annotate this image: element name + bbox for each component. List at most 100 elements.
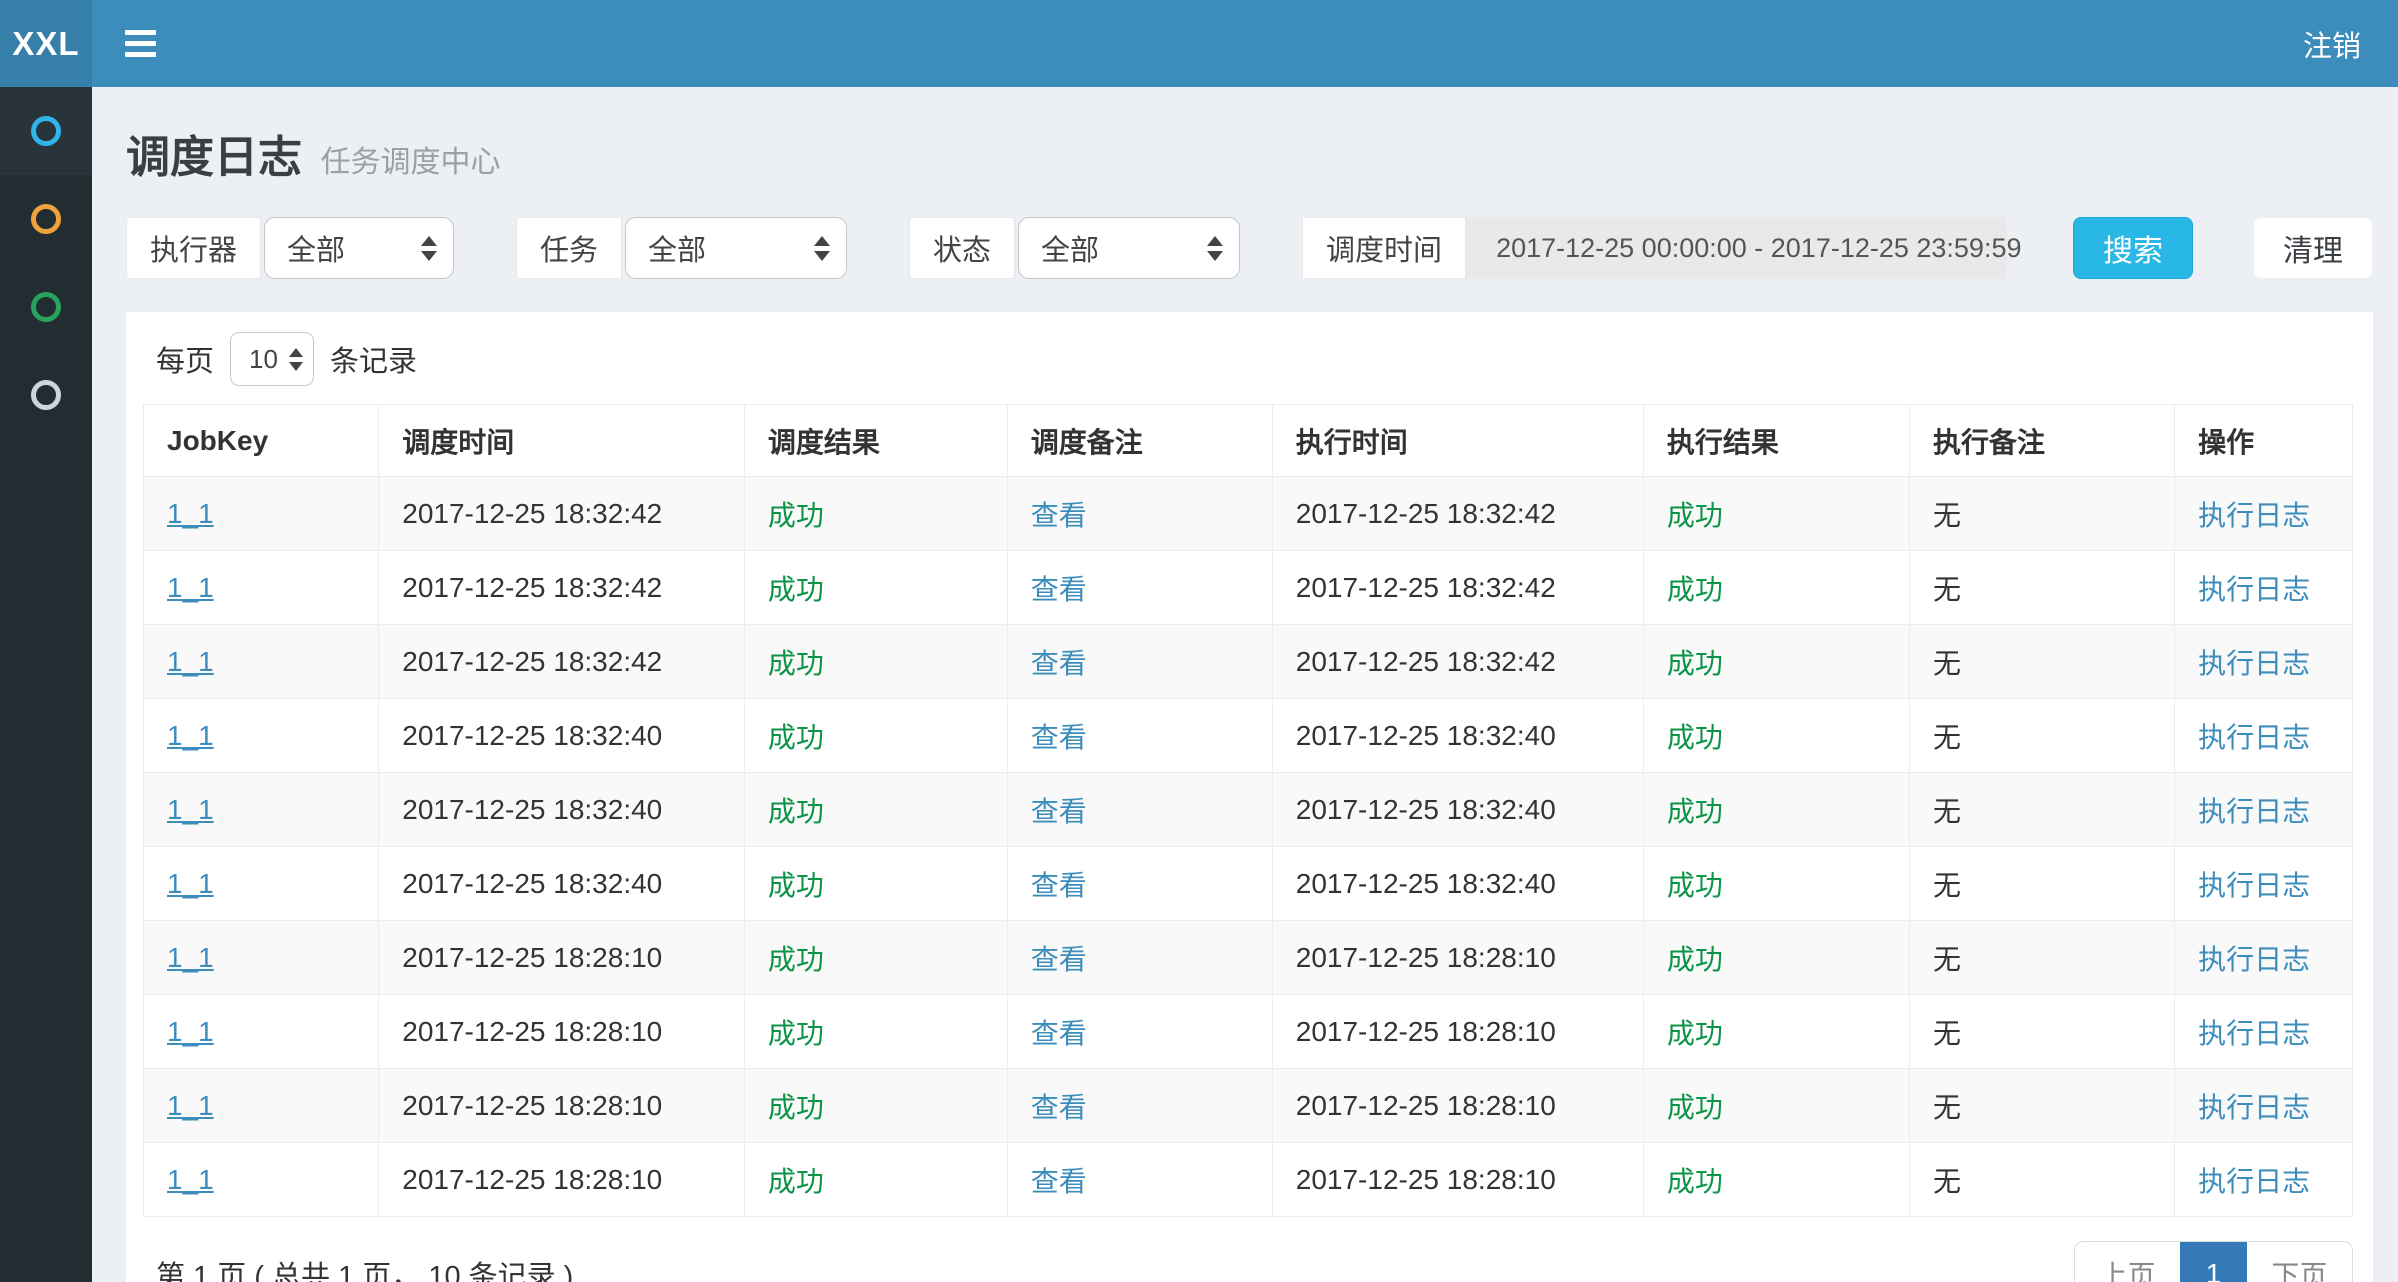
log-table: JobKey 调度时间 调度结果 调度备注 执行时间 执行结果 执行备注 操作 …: [143, 404, 2353, 1217]
exec-log-link[interactable]: 执行日志: [2198, 722, 2310, 753]
exec-result-text: 成功: [1667, 574, 1723, 605]
exec-result-text: 成功: [1667, 1018, 1723, 1049]
sched-result-text: 成功: [768, 574, 824, 605]
pagesize-value: 10: [249, 344, 278, 375]
clear-button[interactable]: 清理: [2253, 217, 2373, 279]
exec-result-text: 成功: [1667, 796, 1723, 827]
circle-o-icon: [31, 380, 61, 410]
sched-result-text: 成功: [768, 796, 824, 827]
app-logo[interactable]: XXL: [0, 0, 92, 87]
sched-remark-link[interactable]: 查看: [1031, 944, 1087, 975]
filter-row: 执行器 全部 任务 全部 状态 全部 调度时间 2017-12-25 00:00…: [126, 217, 2373, 279]
sched-remark-link[interactable]: 查看: [1031, 1092, 1087, 1123]
content-area: 调度日志 任务调度中心 执行器 全部 任务 全部 状态 全部 调度时: [92, 87, 2398, 1282]
select-caret-icon: [421, 236, 437, 261]
sched-remark-link[interactable]: 查看: [1031, 722, 1087, 753]
sched-result-text: 成功: [768, 648, 824, 679]
sidebar-item-dashboard[interactable]: [0, 87, 92, 175]
header-exec-time: 执行时间: [1272, 405, 1643, 477]
select-caret-icon: [289, 348, 303, 371]
executor-filter-label: 执行器: [126, 217, 261, 279]
search-button[interactable]: 搜索: [2073, 217, 2193, 279]
sched-remark-link[interactable]: 查看: [1031, 574, 1087, 605]
exec-remark-cell: 无: [1910, 477, 2175, 551]
sched-remark-link[interactable]: 查看: [1031, 1166, 1087, 1197]
exec-time-cell: 2017-12-25 18:28:10: [1272, 1069, 1643, 1143]
header-exec-result: 执行结果: [1643, 405, 1909, 477]
jobkey-link[interactable]: 1_1: [167, 1164, 214, 1195]
exec-remark-cell: 无: [1910, 1143, 2175, 1217]
sched-remark-link[interactable]: 查看: [1031, 1018, 1087, 1049]
exec-time-cell: 2017-12-25 18:32:42: [1272, 551, 1643, 625]
exec-log-link[interactable]: 执行日志: [2198, 796, 2310, 827]
exec-log-link[interactable]: 执行日志: [2198, 1092, 2310, 1123]
exec-time-cell: 2017-12-25 18:28:10: [1272, 921, 1643, 995]
sidebar-item-job-manage[interactable]: [0, 175, 92, 263]
sched-time-cell: 2017-12-25 18:32:42: [379, 625, 745, 699]
time-range-input[interactable]: 2017-12-25 00:00:00 - 2017-12-25 23:59:5…: [1466, 217, 2007, 279]
exec-time-cell: 2017-12-25 18:28:10: [1272, 995, 1643, 1069]
sched-time-cell: 2017-12-25 18:32:40: [379, 699, 745, 773]
sidebar-item-help[interactable]: [0, 351, 92, 439]
exec-remark-cell: 无: [1910, 773, 2175, 847]
exec-time-cell: 2017-12-25 18:32:40: [1272, 773, 1643, 847]
logout-link[interactable]: 注销: [2266, 0, 2398, 87]
top-navbar: XXL 注销: [0, 0, 2398, 87]
exec-time-cell: 2017-12-25 18:32:40: [1272, 847, 1643, 921]
exec-log-link[interactable]: 执行日志: [2198, 648, 2310, 679]
sched-time-cell: 2017-12-25 18:28:10: [379, 1069, 745, 1143]
status-select[interactable]: 全部: [1018, 217, 1240, 279]
sched-time-cell: 2017-12-25 18:32:42: [379, 477, 745, 551]
pagesize-row: 每页 10 条记录: [143, 326, 2353, 392]
jobkey-link[interactable]: 1_1: [167, 868, 214, 899]
exec-result-text: 成功: [1667, 870, 1723, 901]
sched-remark-link[interactable]: 查看: [1031, 648, 1087, 679]
job-select[interactable]: 全部: [625, 217, 847, 279]
current-page-button[interactable]: 1: [2180, 1242, 2247, 1282]
exec-log-link[interactable]: 执行日志: [2198, 1166, 2310, 1197]
exec-log-link[interactable]: 执行日志: [2198, 574, 2310, 605]
pagesize-select[interactable]: 10: [230, 332, 314, 386]
jobkey-link[interactable]: 1_1: [167, 572, 214, 603]
sched-remark-link[interactable]: 查看: [1031, 500, 1087, 531]
jobkey-link[interactable]: 1_1: [167, 1090, 214, 1121]
exec-log-link[interactable]: 执行日志: [2198, 500, 2310, 531]
exec-log-link[interactable]: 执行日志: [2198, 1018, 2310, 1049]
sched-remark-link[interactable]: 查看: [1031, 870, 1087, 901]
exec-remark-cell: 无: [1910, 921, 2175, 995]
jobkey-link[interactable]: 1_1: [167, 794, 214, 825]
circle-o-icon: [31, 116, 61, 146]
sidebar-toggle-button[interactable]: [92, 0, 188, 87]
log-table-box: 每页 10 条记录 JobKey 调度时间 调度结果 调度备注 执行时间 执行结…: [126, 311, 2373, 1282]
exec-result-text: 成功: [1667, 722, 1723, 753]
sched-result-text: 成功: [768, 1092, 824, 1123]
jobkey-link[interactable]: 1_1: [167, 646, 214, 677]
menu-icon: [125, 30, 156, 57]
jobkey-link[interactable]: 1_1: [167, 498, 214, 529]
jobkey-link[interactable]: 1_1: [167, 942, 214, 973]
sched-time-cell: 2017-12-25 18:28:10: [379, 1143, 745, 1217]
job-filter-label: 任务: [516, 217, 622, 279]
exec-result-text: 成功: [1667, 648, 1723, 679]
exec-log-link[interactable]: 执行日志: [2198, 870, 2310, 901]
sched-time-cell: 2017-12-25 18:32:40: [379, 847, 745, 921]
executor-select[interactable]: 全部: [264, 217, 454, 279]
executor-filter-group: 执行器 全部: [126, 217, 454, 279]
sched-remark-link[interactable]: 查看: [1031, 796, 1087, 827]
header-jobkey: JobKey: [144, 405, 379, 477]
job-filter-group: 任务 全部: [516, 217, 847, 279]
status-select-value: 全部: [1041, 227, 1099, 269]
circle-o-icon: [31, 292, 61, 322]
header-sched-time: 调度时间: [379, 405, 745, 477]
header-sched-result: 调度结果: [744, 405, 1007, 477]
jobkey-link[interactable]: 1_1: [167, 720, 214, 751]
sched-time-cell: 2017-12-25 18:32:40: [379, 773, 745, 847]
next-page-button[interactable]: 下页: [2247, 1242, 2352, 1282]
sidebar-item-job-log[interactable]: [0, 263, 92, 351]
prev-page-button[interactable]: 上页: [2075, 1242, 2180, 1282]
sched-time-cell: 2017-12-25 18:32:42: [379, 551, 745, 625]
exec-log-link[interactable]: 执行日志: [2198, 944, 2310, 975]
exec-time-cell: 2017-12-25 18:32:40: [1272, 699, 1643, 773]
jobkey-link[interactable]: 1_1: [167, 1016, 214, 1047]
exec-remark-cell: 无: [1910, 625, 2175, 699]
